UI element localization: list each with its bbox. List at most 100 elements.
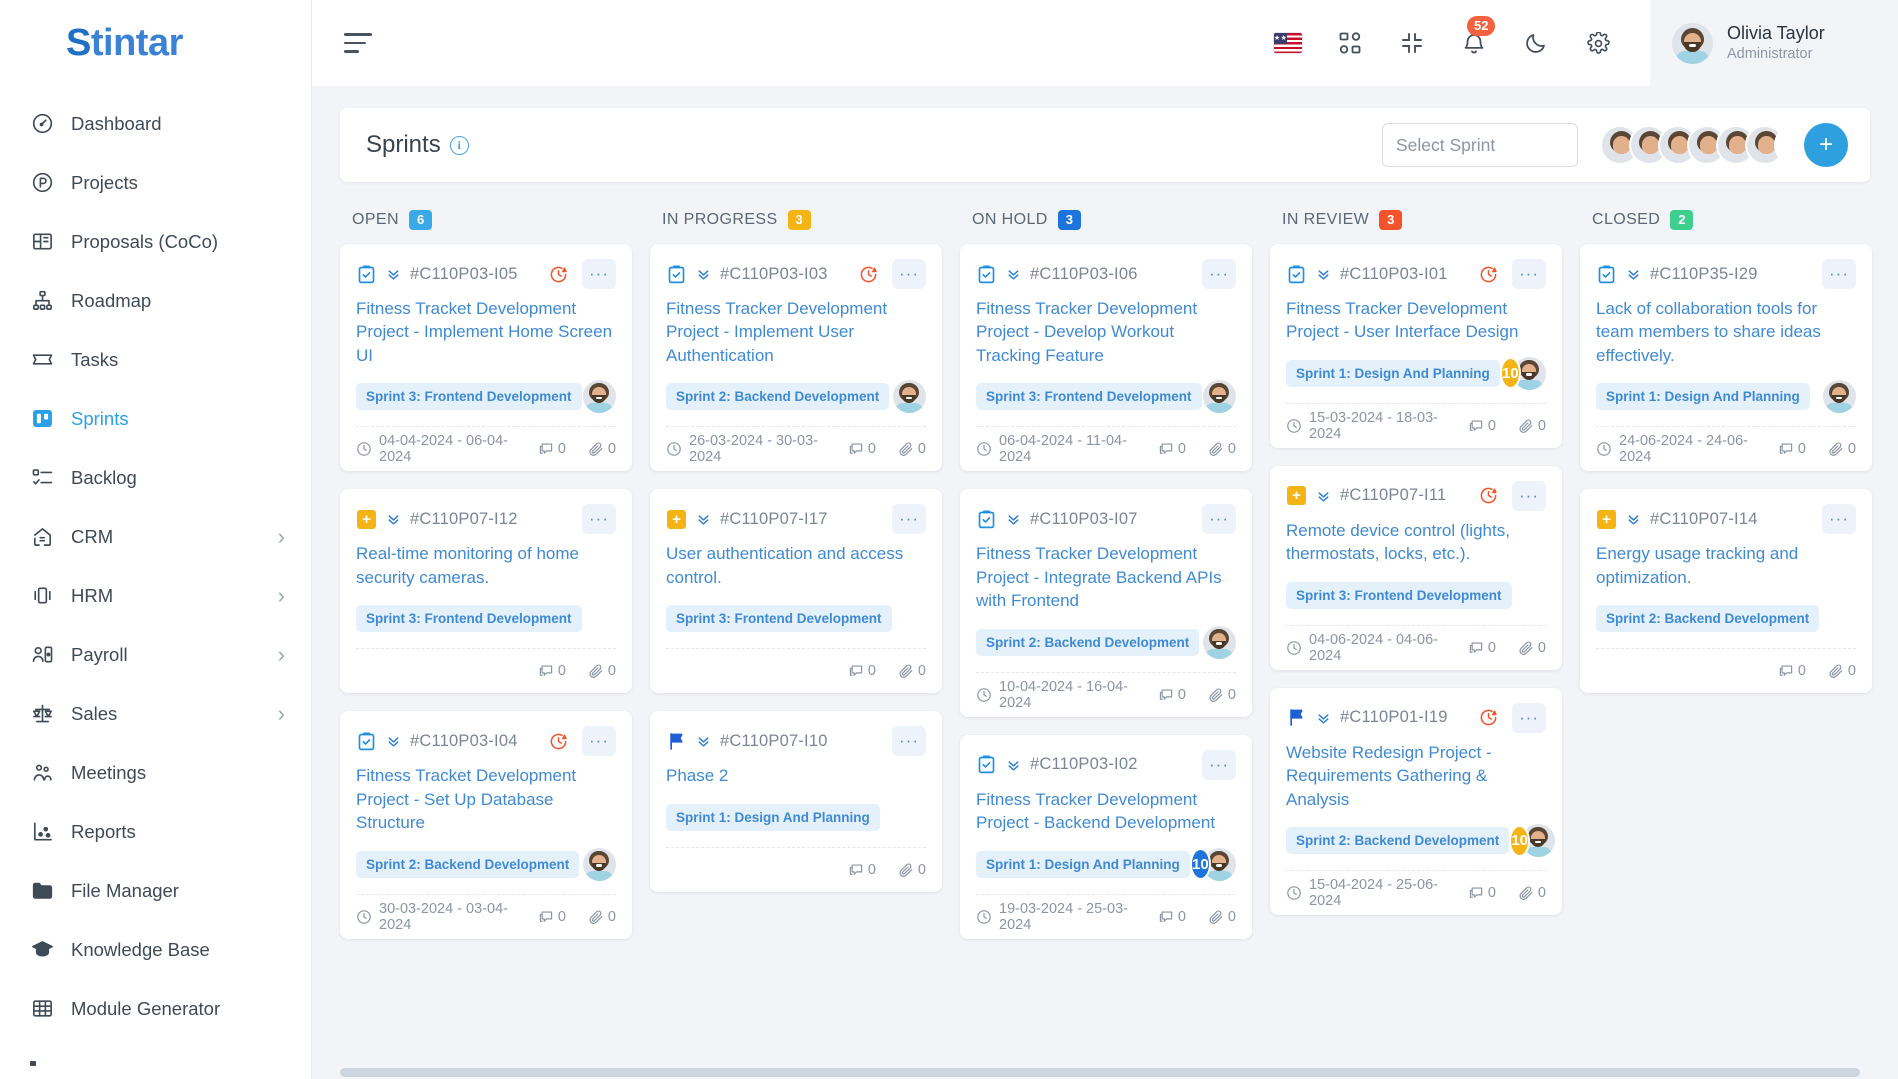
card-title[interactable]: Fitness Tracker Development Project - In… — [976, 542, 1236, 612]
collapse-screen-icon[interactable] — [1398, 29, 1426, 57]
sidebar-item-crm[interactable]: CRM › — [0, 507, 311, 566]
sidebar-item-projects[interactable]: Projects — [0, 153, 311, 212]
sidebar-item-tasks[interactable]: Tasks — [0, 330, 311, 389]
horizontal-scrollbar[interactable] — [340, 1068, 1870, 1077]
kanban-card[interactable]: #C110P35-I29 ··· Lack of collaboration too… — [1580, 244, 1872, 472]
card-assignee-placeholder[interactable] — [1513, 579, 1546, 612]
card-title[interactable]: Website Redesign Project - Requirements … — [1286, 741, 1546, 811]
attachment-count: 0 — [917, 441, 926, 458]
apps-grid-icon[interactable] — [1336, 29, 1364, 57]
sidebar-item-proposals-coco[interactable]: Proposals (CoCo) — [0, 212, 311, 271]
overdue-clock-icon — [1479, 708, 1498, 727]
sidebar-item-dashboard[interactable]: Dashboard — [0, 94, 311, 153]
kanban-card[interactable]: + #C110P07-I14 ··· Energy usage tracking an… — [1580, 489, 1872, 694]
card-menu-button[interactable]: ··· — [1822, 259, 1856, 289]
hamburger-icon[interactable] — [344, 30, 378, 56]
chevrons-down-icon — [385, 265, 402, 282]
card-meta: Sprint 3: Frontend Development — [356, 380, 616, 426]
card-assignee-avatar[interactable] — [1203, 625, 1236, 659]
chevron-right-icon: › — [277, 523, 285, 549]
moon-icon[interactable] — [1522, 29, 1550, 57]
attachment-count: 0 — [1537, 417, 1546, 434]
sidebar-item-sales[interactable]: Sales › — [0, 684, 311, 743]
sidebar-item-knowledge-base[interactable]: Knowledge Base — [0, 920, 311, 979]
card-points-badge: 10 — [1189, 848, 1211, 881]
card-assignee-placeholder[interactable] — [893, 602, 926, 635]
sidebar-item-backlog[interactable]: Backlog — [0, 448, 311, 507]
card-menu-button[interactable]: ··· — [892, 259, 926, 289]
sidebar-item-label: Meetings — [71, 761, 147, 783]
kanban-card[interactable]: #C110P03-I05 ··· Fitness Tracket Developme… — [340, 244, 632, 472]
card-title[interactable]: Real-time monitoring of home security ca… — [356, 542, 616, 589]
card-title[interactable]: Lack of collaboration tools for team mem… — [1596, 297, 1856, 367]
us-flag-icon[interactable]: ★★ — [1274, 29, 1302, 57]
kanban-card[interactable]: #C110P07-I10 ··· Phase 2 Sprint 1: Design A… — [650, 711, 942, 892]
chevrons-down-icon — [1005, 756, 1022, 773]
sidebar-item-file-manager[interactable]: File Manager — [0, 861, 311, 920]
card-assignee-avatar[interactable] — [893, 380, 926, 414]
sidebar-item-hrm[interactable]: HRM › — [0, 566, 311, 625]
sidebar-item-module-generator[interactable]: Module Generator — [0, 979, 311, 1038]
card-title[interactable]: Fitness Tracker Development Project - Im… — [666, 297, 926, 367]
card-title[interactable]: Energy usage tracking and optimization. — [1596, 542, 1856, 589]
card-title[interactable]: Fitness Tracket Development Project - Im… — [356, 297, 616, 367]
card-menu-button[interactable]: ··· — [1202, 259, 1236, 289]
bell-icon[interactable]: 52 — [1460, 16, 1496, 57]
card-title[interactable]: Fitness Tracker Development Project - De… — [976, 297, 1236, 367]
card-title[interactable]: Remote device control (lights, thermosta… — [1286, 519, 1546, 566]
card-title[interactable]: Fitness Tracker Development Project - Ba… — [976, 788, 1236, 835]
card-title[interactable]: Fitness Tracker Development Project - Us… — [1286, 297, 1546, 344]
card-menu-button[interactable]: ··· — [1512, 259, 1546, 289]
card-title[interactable]: User authentication and access control. — [666, 542, 926, 589]
card-menu-button[interactable]: ··· — [1202, 749, 1236, 780]
card-assignee-avatar[interactable] — [583, 847, 616, 881]
clipboard-check-icon — [976, 509, 997, 530]
kanban-card[interactable]: #C110P01-I19 ··· Website Redesign Project … — [1270, 687, 1562, 916]
kanban-card[interactable]: #C110P03-I06 ··· Fitness Tracker Developme… — [960, 244, 1252, 472]
sidebar-item-payroll[interactable]: Payroll › — [0, 625, 311, 684]
add-member-button[interactable]: + — [1804, 123, 1848, 167]
sidebar-item-roadmap[interactable]: Roadmap — [0, 271, 311, 330]
kanban-card[interactable]: #C110P03-I04 ··· Fitness Tracket Developme… — [340, 711, 632, 939]
card-menu-button[interactable]: ··· — [1512, 702, 1546, 733]
card-menu-button[interactable]: ··· — [582, 504, 616, 535]
clipboard-check-icon — [976, 264, 997, 285]
select-sprint-input[interactable]: Select Sprint — [1382, 123, 1578, 167]
kanban-card[interactable]: #C110P03-I02 ··· Fitness Tracker Developme… — [960, 734, 1252, 939]
card-assignee-avatar[interactable] — [583, 380, 616, 414]
card-menu-button[interactable]: ··· — [1202, 504, 1236, 535]
gear-icon[interactable] — [1584, 29, 1612, 57]
card-assignee-avatar[interactable] — [1203, 380, 1236, 414]
kanban-column-in-review: IN REVIEW 3 #C110P03-I01 ··· Fitness Tracker… — [1270, 210, 1562, 957]
card-menu-button[interactable]: ··· — [1822, 504, 1856, 535]
kanban-card[interactable]: + #C110P07-I17 ··· User authentication and … — [650, 489, 942, 694]
card-menu-button[interactable]: ··· — [892, 726, 926, 757]
member-avatar-stack — [1600, 125, 1814, 165]
card-assignee-placeholder[interactable] — [1823, 602, 1856, 635]
paperclip-icon — [1828, 441, 1844, 457]
sidebar-item-label: File Manager — [71, 879, 179, 901]
scrollbar-thumb[interactable] — [340, 1068, 1860, 1077]
card-title[interactable]: Phase 2 — [666, 764, 926, 787]
main-area: ★★ 52 Olivia Taylor Administrator Sprint… — [312, 0, 1898, 1079]
card-menu-button[interactable]: ··· — [1512, 480, 1546, 511]
card-menu-button[interactable]: ··· — [892, 504, 926, 535]
brand-logo[interactable]: Stintar — [0, 0, 311, 86]
kanban-card[interactable]: #C110P03-I01 ··· Fitness Tracker Developme… — [1270, 244, 1562, 448]
card-menu-button[interactable]: ··· — [582, 259, 616, 289]
kanban-card[interactable]: #C110P03-I07 ··· Fitness Tracker Developme… — [960, 489, 1252, 717]
card-assignee-placeholder[interactable] — [583, 602, 616, 635]
sidebar-item-sprints[interactable]: Sprints — [0, 389, 311, 448]
card-menu-button[interactable]: ··· — [582, 726, 616, 757]
card-assignee-avatar[interactable] — [1823, 380, 1856, 414]
chevrons-down-icon — [385, 510, 402, 527]
info-icon[interactable]: i — [449, 135, 469, 155]
sidebar-item-reports[interactable]: Reports — [0, 802, 311, 861]
kanban-card[interactable]: #C110P03-I03 ··· Fitness Tracker Developme… — [650, 244, 942, 472]
kanban-card[interactable]: + #C110P07-I12 ··· Real-time monitoring of … — [340, 489, 632, 694]
card-title[interactable]: Fitness Tracket Development Project - Se… — [356, 764, 616, 834]
sidebar-item-meetings[interactable]: Meetings — [0, 743, 311, 802]
card-assignee-placeholder[interactable] — [893, 801, 926, 834]
user-profile[interactable]: Olivia Taylor Administrator — [1650, 0, 1898, 86]
kanban-card[interactable]: + #C110P07-I11 ··· Remote device control (l… — [1270, 465, 1562, 670]
